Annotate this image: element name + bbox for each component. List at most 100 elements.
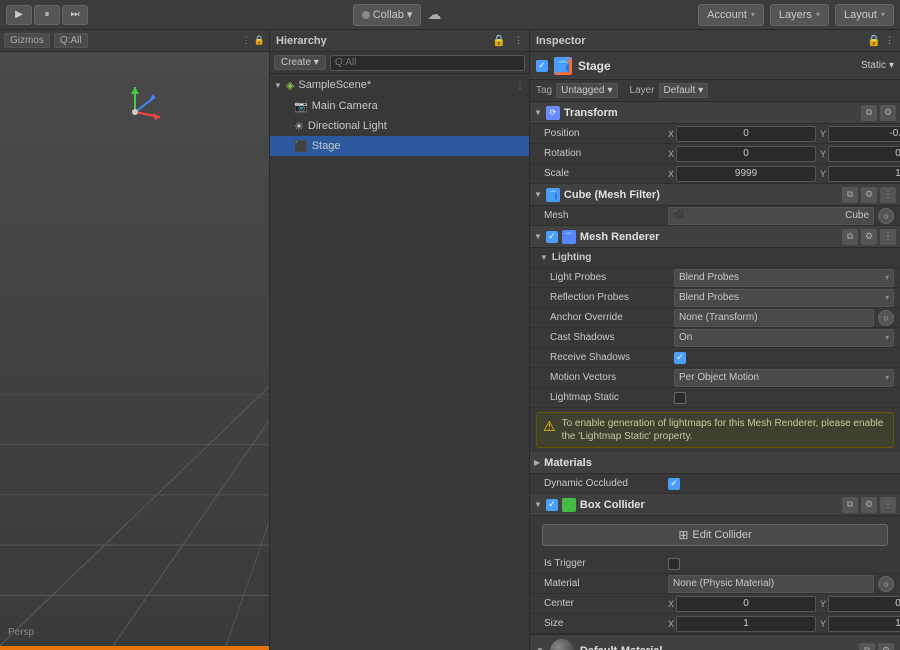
- material-copy-btn[interactable]: ⧉: [859, 643, 875, 650]
- box-collider-settings-btn[interactable]: ⚙: [861, 497, 877, 513]
- anchor-override-select-btn[interactable]: ○: [878, 310, 894, 326]
- position-row: Position X 0 Y -0.5 Z 0: [530, 124, 900, 144]
- hierarchy-item-main-camera[interactable]: 📷 Main Camera: [270, 96, 529, 116]
- mesh-renderer-section-header[interactable]: ▼ ✓ Mesh Renderer ⧉ ⚙ ⋮: [530, 226, 900, 248]
- box-collider-copy-btn[interactable]: ⧉: [842, 497, 858, 513]
- lightmap-warning-box: ⚠ To enable generation of lightmaps for …: [536, 412, 894, 448]
- warning-icon: ⚠: [543, 418, 556, 435]
- center-y-label: Y: [820, 599, 826, 609]
- materials-section-header[interactable]: ▶ Materials: [530, 452, 900, 474]
- play-button[interactable]: ▶: [6, 5, 32, 25]
- motion-vectors-row: Motion Vectors Per Object Motion ▾: [530, 368, 900, 388]
- material-settings-btn[interactable]: ⚙: [878, 643, 894, 650]
- motion-vectors-dropdown[interactable]: Per Object Motion ▾: [674, 369, 894, 387]
- scene-triangle: ▼: [274, 81, 282, 90]
- position-y-field: Y -0.5: [820, 126, 900, 142]
- rotation-y-input[interactable]: 0: [828, 146, 900, 162]
- scene-view[interactable]: Persp: [0, 52, 269, 646]
- gizmos-button[interactable]: Gizmos: [4, 33, 50, 48]
- step-button[interactable]: ⏭: [62, 5, 88, 25]
- center-x-input[interactable]: 0: [676, 596, 816, 612]
- stage-icon: ⬛: [294, 140, 308, 153]
- cloud-icon[interactable]: ☁: [427, 6, 441, 23]
- inspector-menu-icon[interactable]: ⋮: [885, 35, 894, 46]
- mesh-renderer-more-btn[interactable]: ⋮: [880, 229, 896, 245]
- layers-button[interactable]: Layers ▾: [770, 4, 829, 26]
- mesh-filter-copy-btn[interactable]: ⧉: [842, 187, 858, 203]
- create-button[interactable]: Create ▾: [274, 55, 326, 70]
- static-label: Static: [861, 60, 886, 71]
- scene-options-icon[interactable]: ⋮: [515, 80, 525, 91]
- scene-persp-label: Persp: [8, 627, 34, 638]
- layer-value: Default: [664, 85, 696, 96]
- account-button[interactable]: Account ▾: [698, 4, 764, 26]
- mesh-filter-settings-btn[interactable]: ⚙: [861, 187, 877, 203]
- size-x-input[interactable]: 1: [676, 616, 816, 632]
- lightmap-static-checkbox[interactable]: [674, 392, 686, 404]
- material-sphere-preview: [550, 639, 574, 650]
- scale-x-input[interactable]: 9999: [676, 166, 816, 182]
- collider-size-row: Size X 1 Y 1 Z 1: [530, 614, 900, 634]
- static-toggle[interactable]: Static ▾: [861, 60, 894, 71]
- tag-dropdown[interactable]: Untagged ▾: [556, 83, 617, 98]
- pause-button[interactable]: ⏸: [34, 5, 60, 25]
- hierarchy-item-directional-light[interactable]: ☀ Directional Light: [270, 116, 529, 136]
- top-toolbar: ▶ ⏸ ⏭ Collab ▾ ☁ Account ▾ Layers ▾ Layo…: [0, 0, 900, 30]
- mesh-renderer-settings-btn[interactable]: ⚙: [861, 229, 877, 245]
- mesh-select-btn[interactable]: ○: [878, 208, 894, 224]
- layout-button[interactable]: Layout ▾: [835, 4, 894, 26]
- light-probes-dropdown[interactable]: Blend Probes ▾: [674, 269, 894, 287]
- transform-copy-btn[interactable]: ⧉: [861, 105, 877, 121]
- receive-shadows-label: Receive Shadows: [550, 352, 670, 363]
- box-collider-section-header[interactable]: ▼ ✓ Box Collider ⧉ ⚙ ⋮: [530, 494, 900, 516]
- anchor-override-dropdown[interactable]: None (Transform): [674, 309, 874, 327]
- layer-dropdown[interactable]: Default ▾: [659, 83, 709, 98]
- is-trigger-row: Is Trigger: [530, 554, 900, 574]
- box-collider-more-btn[interactable]: ⋮: [880, 497, 896, 513]
- hierarchy-lock-icon[interactable]: 🔒: [492, 34, 506, 47]
- collab-button[interactable]: Collab ▾: [353, 4, 422, 26]
- mesh-filter-section-header[interactable]: ▼ Cube (Mesh Filter) ⧉ ⚙ ⋮: [530, 184, 900, 206]
- hierarchy-scene-row[interactable]: ▼ ◈ SampleScene* ⋮: [270, 74, 529, 96]
- transform-settings-btn[interactable]: ⚙: [880, 105, 896, 121]
- center-y-input[interactable]: 0: [828, 596, 900, 612]
- collab-arrow: ▾: [407, 8, 413, 21]
- hierarchy-menu-icon[interactable]: ⋮: [514, 35, 523, 46]
- layout-label: Layout: [844, 9, 877, 21]
- rot-y-label: Y: [820, 149, 826, 159]
- scale-y-input[interactable]: 1: [828, 166, 900, 182]
- inspector-lock-icon[interactable]: 🔒: [867, 34, 881, 47]
- hierarchy-item-stage[interactable]: ⬛ Stage: [270, 136, 529, 156]
- hierarchy-item-label: Stage: [312, 140, 341, 152]
- collider-center-label: Center: [544, 598, 664, 609]
- size-y-input[interactable]: 1: [828, 616, 900, 632]
- hierarchy-search[interactable]: [330, 55, 525, 71]
- tag-layer-row: Tag Untagged ▾ Layer Default ▾: [530, 80, 900, 102]
- dynamic-occluded-checkbox[interactable]: ✓: [668, 478, 680, 490]
- tag-arrow: ▾: [608, 85, 613, 96]
- physic-material-select-btn[interactable]: ○: [878, 576, 894, 592]
- position-x-input[interactable]: 0: [676, 126, 816, 142]
- box-collider-enable-checkbox[interactable]: ✓: [546, 499, 558, 511]
- transform-title: Transform: [564, 107, 857, 119]
- mesh-dropdown[interactable]: ⬛ Cube: [668, 207, 874, 225]
- inspector-content: ✓ Stage Static ▾ Tag Untag: [530, 52, 900, 650]
- reflection-probes-value: Blend Probes: [679, 292, 739, 303]
- lighting-subsection[interactable]: ▼ Lighting: [530, 248, 900, 268]
- mesh-renderer-enable-checkbox[interactable]: ✓: [546, 231, 558, 243]
- cast-shadows-dropdown[interactable]: On ▾: [674, 329, 894, 347]
- reflection-probes-dropdown[interactable]: Blend Probes ▾: [674, 289, 894, 307]
- is-trigger-checkbox[interactable]: [668, 558, 680, 570]
- cast-shadows-value-container: On ▾: [674, 329, 894, 347]
- scene-search[interactable]: Q:All: [54, 33, 88, 48]
- position-y-input[interactable]: -0.5: [828, 126, 900, 142]
- scene-toolbar: Gizmos Q:All ⋮ 🔒: [0, 30, 269, 52]
- transform-section-header[interactable]: ▼ ⟳ Transform ⧉ ⚙: [530, 102, 900, 124]
- rotation-x-input[interactable]: 0: [676, 146, 816, 162]
- mesh-renderer-copy-btn[interactable]: ⧉: [842, 229, 858, 245]
- receive-shadows-checkbox[interactable]: ✓: [674, 352, 686, 364]
- mesh-filter-more-btn[interactable]: ⋮: [880, 187, 896, 203]
- object-active-toggle[interactable]: ✓: [536, 60, 548, 72]
- physic-material-dropdown[interactable]: None (Physic Material): [668, 575, 874, 593]
- edit-collider-button[interactable]: ⊞ Edit Collider: [542, 524, 888, 546]
